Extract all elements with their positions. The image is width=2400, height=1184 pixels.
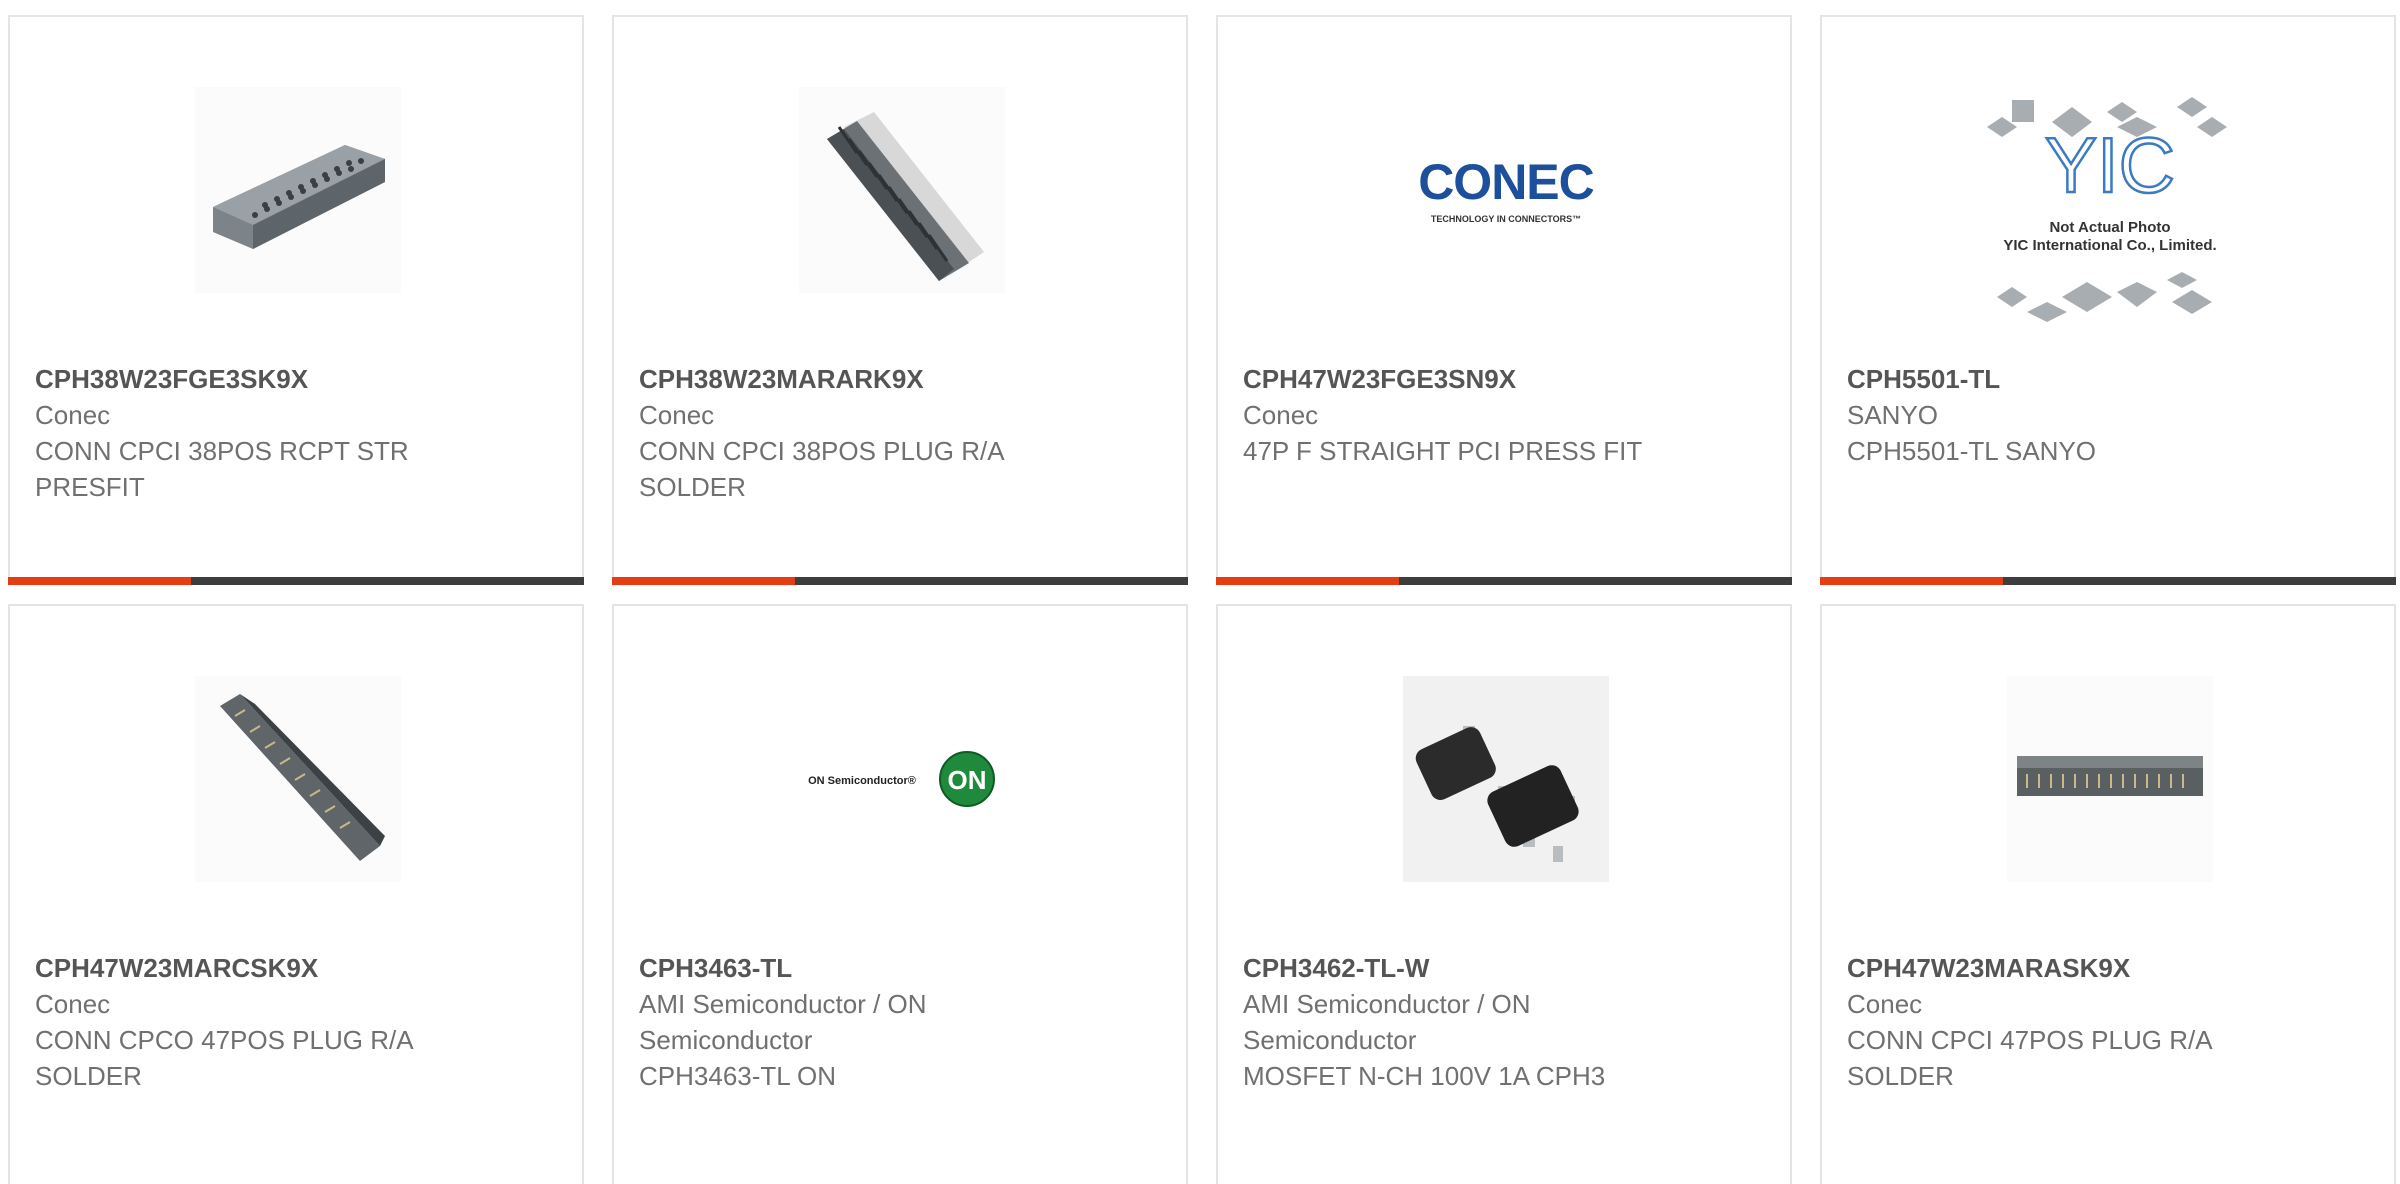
card-accent-highlight [8,577,191,585]
connector-ra-photo-icon [2007,676,2213,882]
card-accent-highlight [1820,577,2003,585]
product-card[interactable]: CPH47W23MARASK9X Conec CONN CPCI 47POS P… [1820,604,2396,1184]
manufacturer: Conec [639,400,715,430]
product-card[interactable]: CPH38W23FGE3SK9X Conec CONN CPCI 38POS R… [8,15,584,585]
product-card[interactable]: CONEC TECHNOLOGY IN CONNECTORS™ CPH47W23… [1216,15,1792,585]
card-accent-highlight [1216,577,1399,585]
svg-text:YIC International Co., Limited: YIC International Co., Limited. [2003,237,2216,254]
part-number[interactable]: CPH38W23FGE3SK9X [35,361,562,397]
card-accent-bar [612,577,1188,585]
manufacturer: SANYO [1847,400,1939,430]
card-accent-highlight [612,577,795,585]
manufacturer: Conec [1847,989,1923,1019]
manufacturer: AMI Semiconductor / ON Semiconductor [1243,989,1531,1055]
manufacturer: AMI Semiconductor / ON Semiconductor [639,989,927,1055]
sot23-package-photo-icon [1403,676,1609,882]
card-accent-bar [1820,577,2396,585]
part-number[interactable]: CPH38W23MARARK9X [639,361,1166,397]
svg-text:TECHNOLOGY IN CONNECTORS™: TECHNOLOGY IN CONNECTORS™ [1431,214,1581,224]
description: CPH3463-TL ON [639,1061,836,1091]
part-number[interactable]: CPH47W23MARCSK9X [35,950,562,986]
card-accent-bar [8,577,584,585]
description: CONN CPCI 38POS PLUG R/A SOLDER [639,436,1004,502]
product-grid: CPH38W23FGE3SK9X Conec CONN CPCI 38POS R… [0,0,2400,1184]
description: CONN CPCO 47POS PLUG R/A SOLDER [35,1025,413,1091]
product-card[interactable]: ON Semiconductor® ON CPH3463-TL AMI Semi… [612,604,1188,1184]
on-semiconductor-logo-icon: ON Semiconductor® ON [792,676,1012,882]
connector-rcpt-photo-icon [195,87,401,293]
svg-text:ON: ON [948,765,987,795]
part-number[interactable]: CPH5501-TL [1847,361,2374,397]
manufacturer: Conec [35,989,111,1019]
description: CPH5501-TL SANYO [1847,436,2097,466]
product-card[interactable]: CPH47W23MARCSK9X Conec CONN CPCO 47POS P… [8,604,584,1184]
description: CONN CPCI 38POS RCPT STR PRESFIT [35,436,409,502]
svg-text:YIC: YIC [2045,121,2175,209]
manufacturer: Conec [1243,400,1319,430]
part-number[interactable]: CPH47W23FGE3SN9X [1243,361,1770,397]
manufacturer: Conec [35,400,111,430]
card-accent-bar [1216,577,1792,585]
product-card[interactable]: CPH3462-TL-W AMI Semiconductor / ON Semi… [1216,604,1792,1184]
description: MOSFET N-CH 100V 1A CPH3 [1243,1061,1606,1091]
svg-text:Not Actual Photo: Not Actual Photo [2049,219,2170,236]
not-actual-photo-placeholder-icon: YIC Not Actual Photo YIC International C… [1967,92,2253,332]
product-card[interactable]: YIC Not Actual Photo YIC International C… [1820,15,2396,585]
part-number[interactable]: CPH47W23MARASK9X [1847,950,2374,986]
connector-plug-photo-icon [799,87,1005,293]
connector-angled-photo-icon [195,676,401,882]
part-number[interactable]: CPH3462-TL-W [1243,950,1770,986]
svg-text:ON Semiconductor®: ON Semiconductor® [808,775,916,787]
description: 47P F STRAIGHT PCI PRESS FIT [1243,436,1643,466]
part-number[interactable]: CPH3463-TL [639,950,1166,986]
description: CONN CPCI 47POS PLUG R/A SOLDER [1847,1025,2212,1091]
product-card[interactable]: CPH38W23MARARK9X Conec CONN CPCI 38POS P… [612,15,1188,585]
conec-logo-icon: CONEC TECHNOLOGY IN CONNECTORS™ [1403,87,1609,293]
svg-text:CONEC: CONEC [1418,154,1594,210]
